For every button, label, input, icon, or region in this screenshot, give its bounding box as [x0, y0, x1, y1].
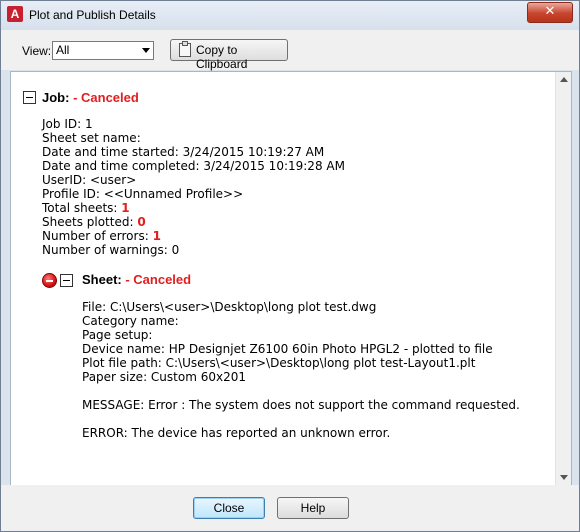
title-bar[interactable]: A Plot and Publish Details ✕: [1, 1, 579, 30]
user-id: UserID: <user>: [42, 173, 137, 187]
help-button[interactable]: Help: [277, 497, 349, 519]
number-of-warnings: Number of warnings: 0: [42, 243, 180, 257]
toolbar: View: All Copy to Clipboard: [1, 30, 579, 71]
scroll-down-icon[interactable]: [560, 475, 568, 480]
window-close-button[interactable]: ✕: [527, 2, 573, 23]
copy-to-clipboard-button[interactable]: Copy to Clipboard: [170, 39, 288, 71]
sheets-plotted-label: Sheets plotted:: [42, 215, 138, 229]
total-sheets-value: 1: [121, 201, 130, 215]
autocad-app-icon: A: [7, 6, 23, 22]
total-sheets-label: Total sheets:: [42, 201, 122, 215]
sheet-device: Device name: HP Designjet Z6100 60in Pho…: [82, 342, 493, 356]
sheet-status: - Canceled: [121, 272, 192, 287]
clipboard-icon: [179, 41, 191, 57]
sheet-label: Sheet:: [82, 272, 122, 287]
sheets-plotted-value: 0: [137, 215, 146, 229]
sheet-plot-path: Plot file path: C:\Users\<user>\Desktop\…: [82, 356, 476, 370]
view-dropdown[interactable]: All: [52, 41, 154, 60]
job-status: - Canceled: [69, 90, 139, 105]
plot-publish-details-dialog: A Plot and Publish Details ✕ View: All C…: [0, 0, 580, 532]
scroll-up-icon[interactable]: [560, 77, 568, 82]
job-collapse-toggle[interactable]: [23, 91, 36, 104]
number-of-errors: Number of errors: 1: [42, 229, 161, 243]
job-id: Job ID: 1: [42, 117, 93, 131]
sheet-set-name: Sheet set name:: [42, 131, 141, 145]
errors-label: Number of errors:: [42, 229, 153, 243]
profile-id: Profile ID: <<Unnamed Profile>>: [42, 187, 244, 201]
sheet-collapse-toggle[interactable]: [60, 274, 73, 287]
view-label: View:: [22, 44, 52, 58]
date-completed: Date and time completed: 3/24/2015 10:19…: [42, 159, 345, 173]
sheet-category: Category name:: [82, 314, 179, 328]
errors-value: 1: [152, 229, 161, 243]
sheet-message: MESSAGE: Error : The system does not sup…: [82, 398, 520, 412]
sheet-page-setup: Page setup:: [82, 328, 153, 342]
vertical-scrollbar[interactable]: [555, 72, 571, 485]
window-title: Plot and Publish Details: [29, 8, 156, 22]
details-panel: Job: - Canceled Job ID: 1 Sheet set name…: [10, 71, 572, 486]
sheet-error: ERROR: The device has reported an unknow…: [82, 426, 391, 440]
sheet-paper-size: Paper size: Custom 60x201: [82, 370, 246, 384]
dialog-footer: Close Help: [1, 485, 579, 531]
chevron-down-icon: [142, 48, 150, 53]
total-sheets: Total sheets: 1: [42, 201, 130, 215]
close-button[interactable]: Close: [193, 497, 265, 519]
sheet-header: Sheet: - Canceled: [82, 272, 191, 287]
copy-to-clipboard-label: Copy to Clipboard: [196, 43, 248, 71]
error-icon: [42, 273, 57, 288]
job-label: Job:: [42, 90, 70, 105]
date-started: Date and time started: 3/24/2015 10:19:2…: [42, 145, 325, 159]
view-dropdown-value: All: [56, 43, 70, 57]
sheets-plotted: Sheets plotted: 0: [42, 215, 146, 229]
job-header: Job: - Canceled: [42, 90, 139, 105]
sheet-file: File: C:\Users\<user>\Desktop\long plot …: [82, 300, 377, 314]
